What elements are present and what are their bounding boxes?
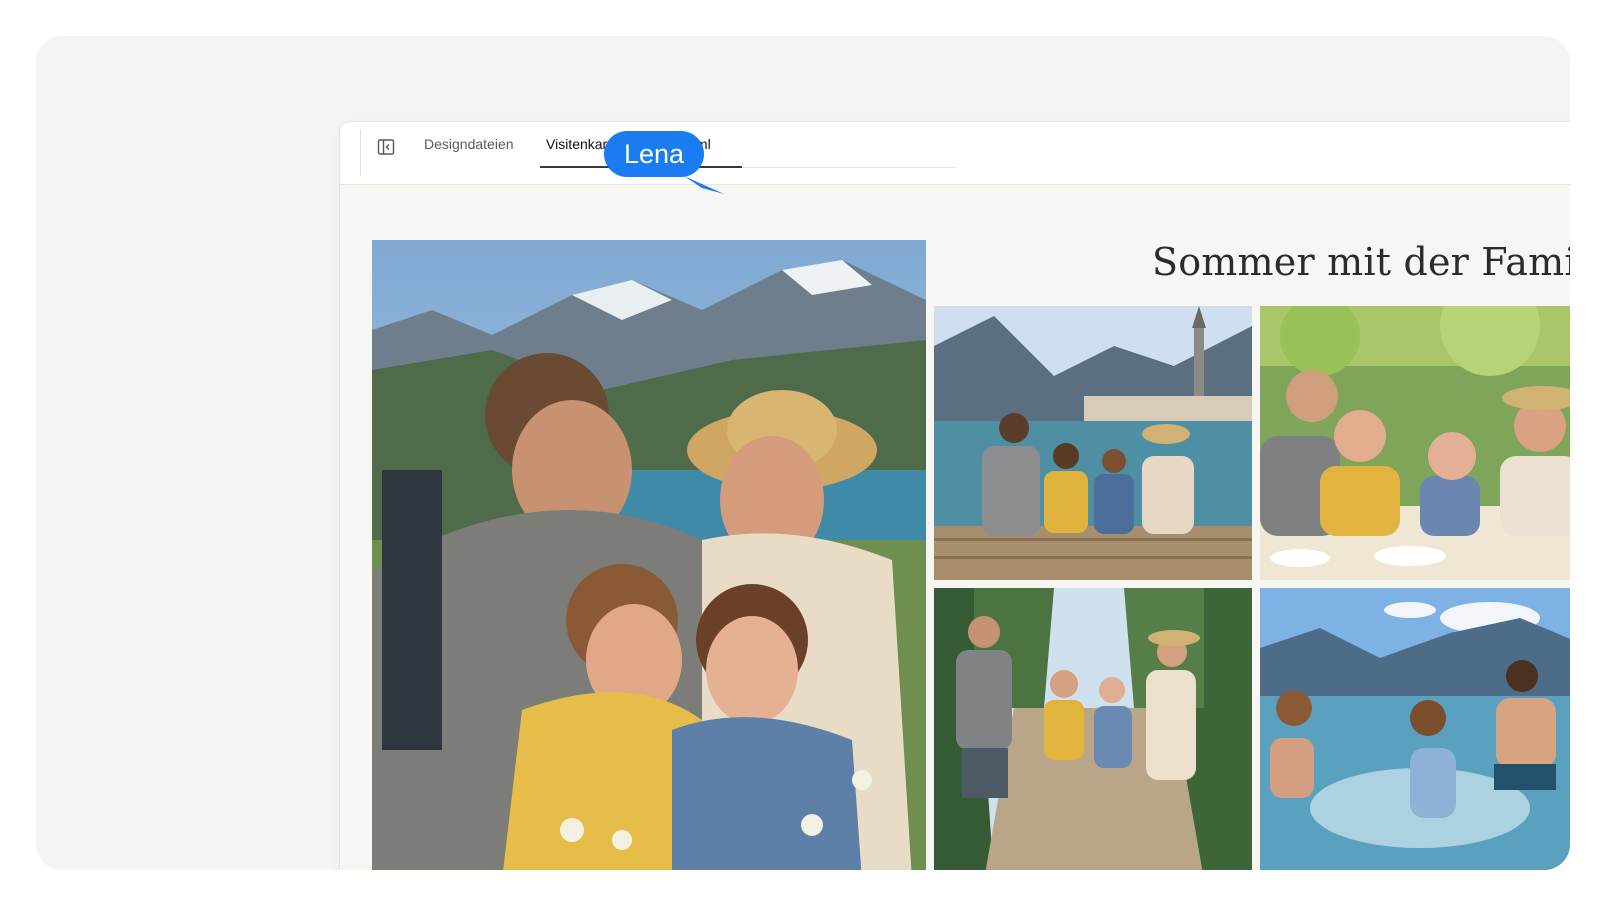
sidebar-panel-icon[interactable] [376,137,396,157]
tab-designdateien[interactable]: Designdateien [424,136,514,156]
tab-bar-rule [742,167,956,168]
tab-bar: Designdateien Visitenkarte Lichtblick.ht… [340,122,1570,185]
photo-family-forest[interactable] [934,588,1252,870]
app-backdrop: Designdateien Visitenkarte Lichtblick.ht… [36,36,1570,870]
page-headline: Sommer mit der Familie [1152,240,1570,284]
collaborator-cursor-icon [684,176,724,194]
photo-family-dock[interactable] [934,306,1252,580]
tab-bar-divider [360,130,361,176]
editor-window: Designdateien Visitenkarte Lichtblick.ht… [340,122,1570,870]
photo-family-lunch[interactable] [1260,306,1570,580]
photo-children-splashing[interactable] [1260,588,1570,870]
photo-family-mountains[interactable] [372,240,926,870]
